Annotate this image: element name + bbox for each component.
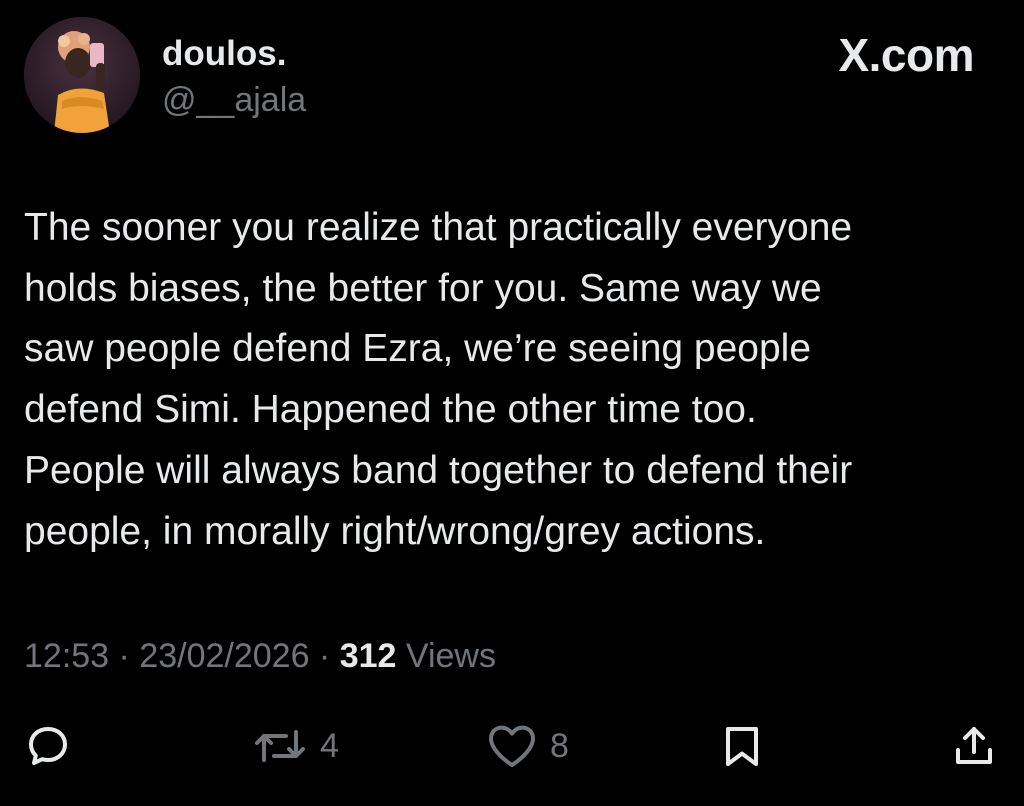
- share-button[interactable]: [950, 716, 998, 776]
- display-name[interactable]: doulos.: [162, 34, 286, 74]
- brand-logo: X.com: [838, 29, 974, 81]
- like-count: 8: [550, 726, 569, 765]
- tweet-text-line: holds biases, the better for you. Same w…: [24, 266, 822, 310]
- heart-icon: [489, 725, 535, 767]
- tweet-text-line: The sooner you realize that practically …: [24, 206, 853, 249]
- repost-button[interactable]: 4: [252, 716, 339, 776]
- repost-icon: [255, 730, 305, 762]
- action-bar: 4 8: [0, 716, 1024, 776]
- views-count: 312: [339, 637, 397, 675]
- tweet-text-line: saw people defend Ezra, we’re seeing peo…: [24, 327, 812, 371]
- meta-separator: ·: [109, 637, 140, 675]
- tweet-text: The sooner you realize that practically …: [24, 198, 1004, 562]
- like-button[interactable]: 8: [486, 716, 569, 776]
- tweet-date[interactable]: 23/02/2026: [139, 637, 309, 675]
- user-handle[interactable]: @__ajala: [162, 80, 306, 120]
- repost-count: 4: [320, 726, 339, 765]
- avatar-photo: [24, 17, 140, 133]
- reply-button[interactable]: [24, 716, 72, 776]
- share-icon: [956, 727, 992, 764]
- bookmark-button[interactable]: [718, 716, 766, 776]
- bookmark-icon: [726, 727, 758, 766]
- reply-icon: [29, 727, 67, 765]
- tweet-text-line: people, in morally right/wrong/grey acti…: [24, 509, 766, 553]
- tweet-meta: 12:53 · 23/02/2026 · 312 Views: [24, 634, 496, 678]
- tweet-time[interactable]: 12:53: [24, 637, 109, 675]
- tweet-text-line: People will always band together to defe…: [24, 448, 853, 492]
- tweet-text-line: defend Simi. Happened the other time too…: [24, 388, 757, 432]
- avatar[interactable]: [24, 17, 140, 133]
- meta-separator: ·: [309, 637, 340, 675]
- views-label: Views: [396, 637, 496, 675]
